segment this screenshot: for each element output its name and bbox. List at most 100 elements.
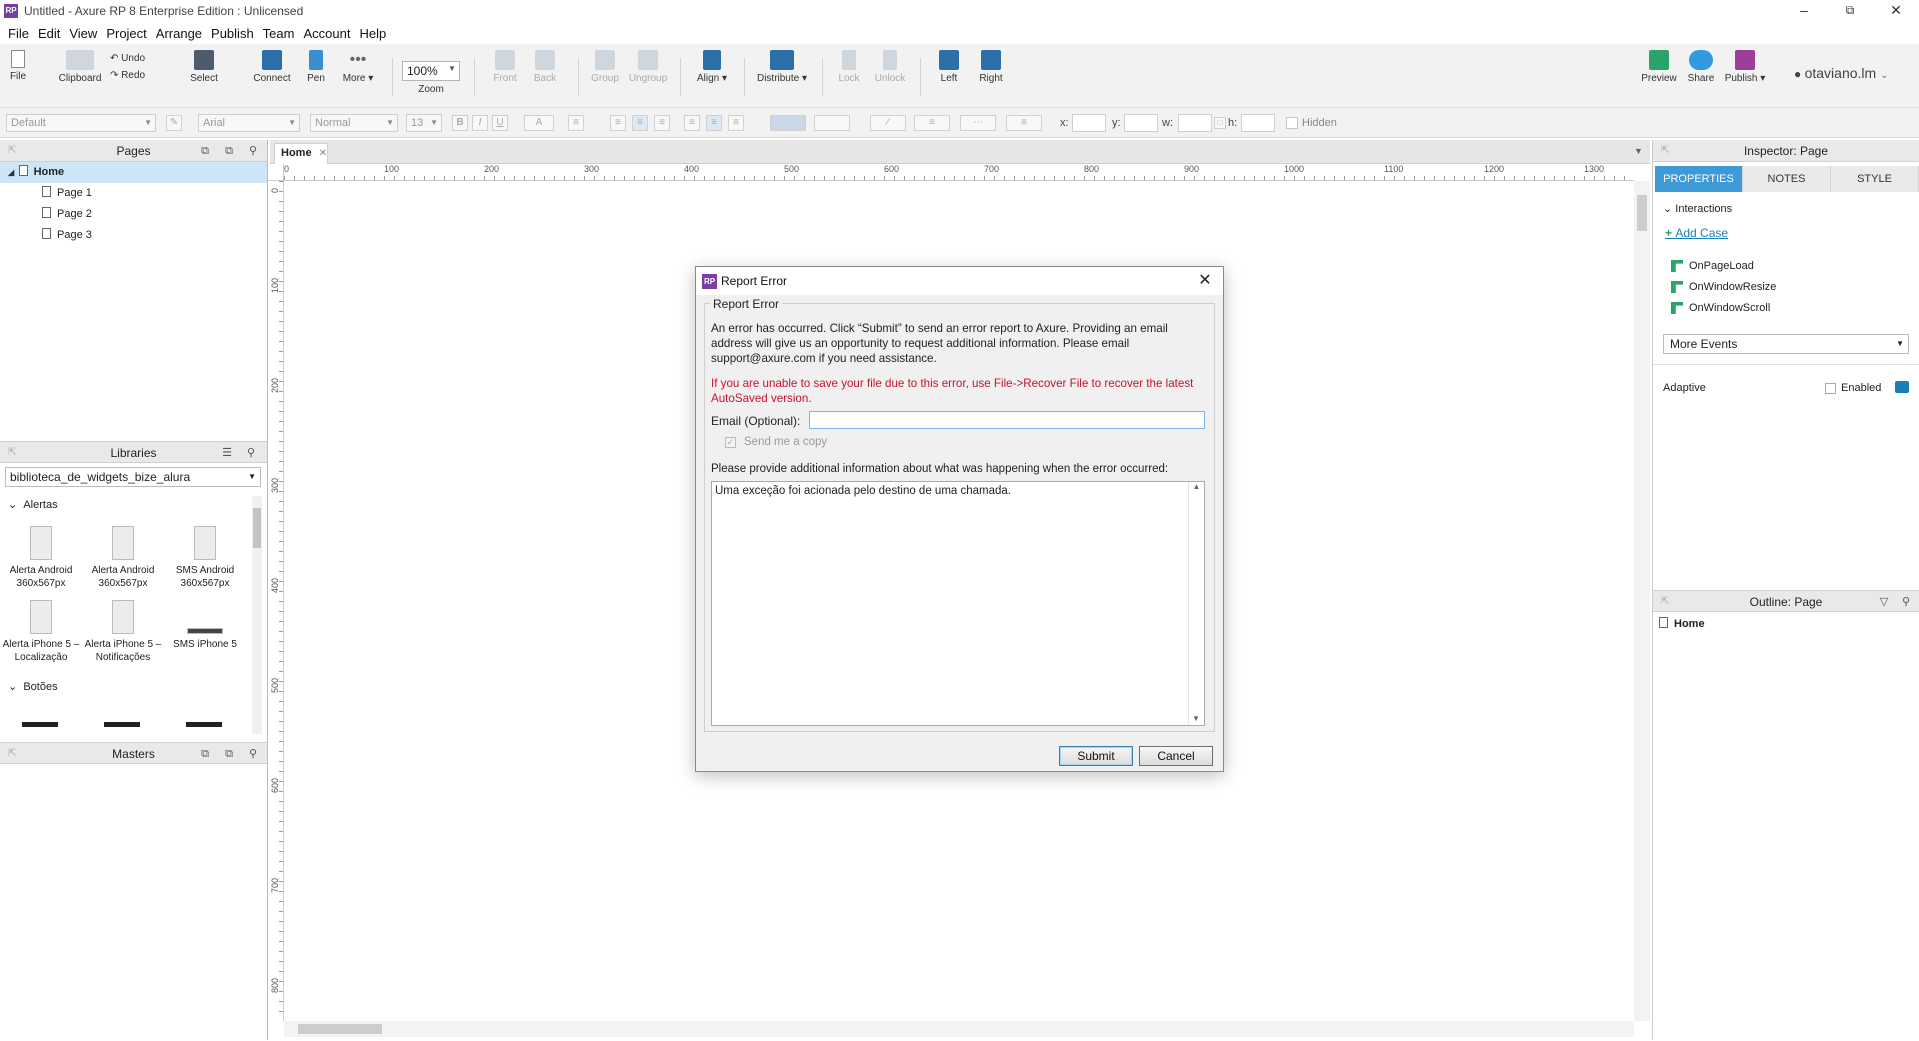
x-input[interactable]: [1072, 114, 1106, 132]
valign-middle-icon[interactable]: ≡: [706, 115, 722, 131]
event-onpageload[interactable]: OnPageLoad: [1671, 260, 1754, 272]
event-onwindowscroll[interactable]: OnWindowScroll: [1671, 302, 1770, 314]
scrollbar-thumb[interactable]: [1637, 195, 1647, 231]
section-alertas[interactable]: ⌄ Alertas: [8, 498, 58, 511]
user-menu[interactable]: ● otaviano.lm ⌄: [1794, 65, 1888, 81]
scrollbar-thumb[interactable]: [253, 508, 261, 548]
undo-button[interactable]: ↶ Undo: [110, 53, 145, 64]
menu-project[interactable]: Project: [106, 26, 155, 41]
send-copy-checkbox[interactable]: ✓: [725, 437, 736, 448]
menu-edit[interactable]: Edit: [38, 26, 69, 41]
line-color-icon[interactable]: ∕: [870, 115, 906, 131]
library-widget[interactable]: SMS iPhone 5: [164, 600, 246, 651]
menu-team[interactable]: Team: [263, 26, 304, 41]
more-button[interactable]: ••• More ▾: [340, 50, 376, 84]
format-painter-icon[interactable]: ✎: [166, 115, 182, 131]
event-onwindowresize[interactable]: OnWindowResize: [1671, 281, 1776, 293]
bold-icon[interactable]: B: [452, 115, 468, 131]
font-color-icon[interactable]: A: [524, 115, 554, 131]
menu-arrange[interactable]: Arrange: [156, 26, 211, 41]
menu-publish[interactable]: Publish: [211, 26, 263, 41]
clipboard-button[interactable]: Clipboard: [56, 50, 104, 84]
more-events-select[interactable]: More Events ▼: [1663, 334, 1909, 354]
search-icon[interactable]: ⚲: [1899, 595, 1913, 609]
back-button[interactable]: Back: [530, 50, 560, 84]
library-widget[interactable]: Alerta Android 360x567px: [0, 526, 82, 590]
valign-top-icon[interactable]: ≡: [684, 115, 700, 131]
library-widget[interactable]: Alerta iPhone 5 – Localização: [0, 600, 82, 664]
menu-help[interactable]: Help: [359, 26, 395, 41]
menu-view[interactable]: View: [69, 26, 106, 41]
close-icon[interactable]: ✕: [1191, 268, 1219, 294]
page-item-page-2[interactable]: Page 2: [0, 204, 267, 225]
library-widget[interactable]: Alerta Android 360x567px: [82, 526, 164, 590]
library-widget[interactable]: Alerta iPhone 5 – Notificações: [82, 600, 164, 664]
connect-button[interactable]: Connect: [252, 50, 292, 84]
italic-icon[interactable]: I: [472, 115, 488, 131]
ungroup-button[interactable]: Ungroup: [628, 50, 668, 84]
lock-button[interactable]: Lock: [834, 50, 864, 84]
pin-icon[interactable]: ⇱: [1661, 140, 1669, 162]
submit-button[interactable]: Submit: [1059, 746, 1133, 766]
share-button[interactable]: Share: [1686, 50, 1716, 84]
line-pattern-icon[interactable]: ⋯: [960, 115, 996, 131]
right-pane-toggle[interactable]: Right: [976, 50, 1006, 84]
menu-file[interactable]: File: [8, 26, 38, 41]
scrollbar-thumb[interactable]: [298, 1024, 382, 1034]
pin-icon[interactable]: ⇱: [8, 140, 16, 162]
scroll-up-icon[interactable]: ▲: [1189, 482, 1204, 491]
add-folder-icon[interactable]: ⧉: [222, 747, 236, 761]
info-textarea[interactable]: Uma exceção foi acionada pelo destino de…: [711, 481, 1205, 726]
select-button[interactable]: Select: [182, 50, 226, 84]
underline-icon[interactable]: U: [492, 115, 508, 131]
line-width-icon[interactable]: ≡: [914, 115, 950, 131]
page-item-page-1[interactable]: Page 1: [0, 183, 267, 204]
style-select[interactable]: Default ▼: [6, 114, 156, 132]
menu-icon[interactable]: ☰: [220, 446, 234, 460]
search-icon[interactable]: ⚲: [244, 446, 258, 460]
outline-item-home[interactable]: Home: [1659, 614, 1705, 635]
group-button[interactable]: Group: [590, 50, 620, 84]
fill-color-icon[interactable]: [770, 115, 806, 131]
valign-bottom-icon[interactable]: ≡: [728, 115, 744, 131]
bullet-list-icon[interactable]: ≡: [568, 115, 584, 131]
page-item-page-3[interactable]: Page 3: [0, 225, 267, 246]
arrow-style-icon[interactable]: ≡: [1006, 115, 1042, 131]
align-button[interactable]: Align ▾: [692, 50, 732, 84]
canvas-vertical-scrollbar[interactable]: [1634, 181, 1650, 1021]
tab-menu-chevron-down-icon[interactable]: ▼: [1634, 146, 1643, 156]
font-weight-select[interactable]: Normal ▼: [310, 114, 398, 132]
menu-account[interactable]: Account: [303, 26, 359, 41]
minimize-icon[interactable]: –: [1781, 0, 1827, 22]
cancel-button[interactable]: Cancel: [1139, 746, 1213, 766]
distribute-button[interactable]: Distribute ▾: [754, 50, 810, 84]
hidden-checkbox[interactable]: [1286, 117, 1298, 129]
library-widget[interactable]: SMS Android 360x567px: [164, 526, 246, 590]
add-case-link[interactable]: + Add Case: [1665, 226, 1728, 240]
restore-icon[interactable]: ⧉: [1827, 0, 1873, 22]
y-input[interactable]: [1124, 114, 1158, 132]
shadow-icon[interactable]: [814, 115, 850, 131]
scroll-down-icon[interactable]: ▼: [1189, 714, 1203, 723]
adaptive-views-icon[interactable]: [1895, 381, 1909, 393]
email-field[interactable]: [809, 411, 1205, 429]
search-icon[interactable]: ⚲: [246, 747, 260, 761]
section-botoes[interactable]: ⌄ Botões: [8, 680, 58, 693]
tab-properties[interactable]: PROPERTIES: [1655, 166, 1743, 192]
pin-icon[interactable]: ⇱: [8, 442, 16, 464]
w-input[interactable]: [1178, 114, 1212, 132]
font-select[interactable]: Arial ▼: [198, 114, 300, 132]
add-master-icon[interactable]: ⧉: [198, 747, 212, 761]
align-left-icon[interactable]: ≡: [610, 115, 626, 131]
front-button[interactable]: Front: [490, 50, 520, 84]
file-button[interactable]: File: [8, 50, 28, 82]
add-folder-icon[interactable]: ⧉: [222, 144, 236, 158]
h-input[interactable]: [1241, 114, 1275, 132]
canvas-horizontal-scrollbar[interactable]: [284, 1021, 1634, 1037]
search-icon[interactable]: ⚲: [246, 144, 260, 158]
close-icon[interactable]: ✕: [1873, 0, 1919, 22]
unlock-button[interactable]: Unlock: [872, 50, 908, 84]
lock-ratio-icon[interactable]: □: [1214, 117, 1226, 129]
library-select[interactable]: biblioteca_de_widgets_bize_alura ▼: [5, 467, 261, 487]
tab-home[interactable]: Home ✕: [274, 143, 328, 164]
